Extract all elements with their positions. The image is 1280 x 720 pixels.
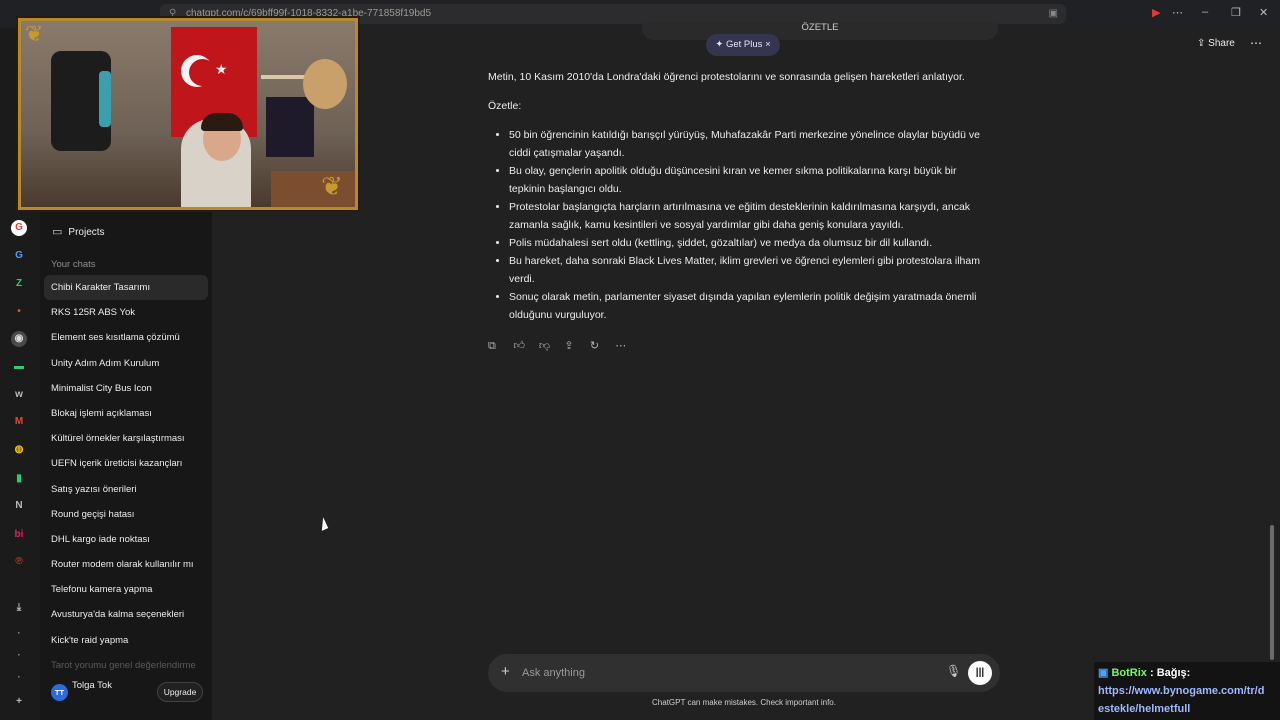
prompt-input[interactable] bbox=[522, 664, 922, 682]
youtube-icon[interactable]: ▶ bbox=[1152, 6, 1160, 19]
chat-item[interactable]: Tarot yorumu genel değerlendirme bbox=[44, 653, 208, 678]
user-menu[interactable]: TT Tolga Tok Upgrade bbox=[40, 676, 212, 710]
close-icon[interactable]: ✕ bbox=[1259, 6, 1268, 19]
share-button[interactable]: ⇪ Share bbox=[1197, 38, 1235, 49]
notion-tab-icon[interactable]: N bbox=[11, 498, 27, 514]
terminal-tab-icon[interactable]: ▬ bbox=[11, 359, 27, 375]
chat-main: ÖZETLE ✦ Get Plus × ⇪ Share ⋯ Metin, 10 … bbox=[212, 22, 1270, 720]
gmail-tab-icon[interactable]: M bbox=[11, 414, 27, 430]
z-tab-icon[interactable]: Z bbox=[11, 276, 27, 292]
chat-item[interactable]: Satış yazısı önerileri bbox=[44, 477, 208, 502]
projects-label: Projects bbox=[68, 227, 105, 238]
message-intro: Metin, 10 Kasım 2010'da Londra'daki öğre… bbox=[488, 71, 965, 83]
chat-item[interactable]: Kültürel örnekler karşılaştırması bbox=[44, 426, 208, 451]
download-icon[interactable]: ⤓ bbox=[11, 600, 27, 616]
donation-link[interactable]: https://www.bynogame.com/tr/d bbox=[1098, 682, 1276, 700]
close-icon[interactable]: × bbox=[765, 39, 771, 50]
donation-link[interactable]: estekle/helmetfull bbox=[1098, 700, 1276, 718]
thumbs-up-icon[interactable]: 👍︎ bbox=[513, 339, 534, 352]
chat-item[interactable]: Round geçişi hatası bbox=[44, 502, 208, 527]
chat-item[interactable]: Telefonu kamera yapma bbox=[44, 577, 208, 602]
chat-item[interactable]: Avusturya'da kalma seçenekleri bbox=[44, 602, 208, 627]
more-icon[interactable]: ⋯ bbox=[615, 339, 636, 352]
dot-icon: · bbox=[11, 648, 27, 664]
scrollbar[interactable] bbox=[1270, 525, 1274, 660]
plus-icon[interactable]: + bbox=[501, 663, 510, 680]
extension-icon[interactable]: ▣ bbox=[1049, 4, 1058, 24]
donation-overlay: ▣ BotRix : Bağış: https://www.bynogame.c… bbox=[1094, 662, 1280, 720]
chat-item[interactable]: Chibi Karakter Tasarımı bbox=[44, 275, 208, 301]
bottle bbox=[99, 71, 111, 127]
list-item: Bu olay, gençlerin apolitik olduğu düşün… bbox=[509, 162, 988, 198]
message-actions: ⧉ 👍︎ 👎︎ ⇪ ↻ ⋯ bbox=[488, 336, 636, 354]
disclaimer: ChatGPT can make mistakes. Check importa… bbox=[652, 698, 836, 707]
get-plus-label: Get Plus bbox=[725, 39, 763, 50]
regenerate-icon[interactable]: ↻ bbox=[590, 339, 611, 352]
voice-mode-button[interactable]: ||| bbox=[968, 661, 992, 685]
list-item: 50 bin öğrencinin katıldığı barışçıl yür… bbox=[509, 126, 988, 162]
chat-list: Chibi Karakter Tasarımı RKS 125R ABS Yok… bbox=[44, 275, 208, 678]
share-label: Share bbox=[1208, 38, 1235, 49]
kick-tab-icon[interactable]: ▮ bbox=[11, 471, 27, 487]
copy-icon[interactable]: ⧉ bbox=[488, 340, 509, 353]
pinterest-tab-icon[interactable]: ℗ bbox=[11, 554, 27, 570]
chat-item[interactable]: Element ses kısıtlama çözümü bbox=[44, 325, 208, 350]
minimize-icon[interactable]: – bbox=[1202, 6, 1208, 18]
folder-icon: ▭ bbox=[52, 226, 63, 238]
avatar: TT bbox=[51, 684, 68, 701]
microphone-icon[interactable]: 🎙︎ bbox=[946, 664, 961, 678]
more-options-icon[interactable]: ⋯ bbox=[1250, 36, 1262, 50]
gramer-tab-icon[interactable]: G bbox=[11, 248, 27, 264]
chats-heading: Your chats bbox=[51, 259, 96, 270]
chatgpt-tab-icon[interactable]: ◉ bbox=[11, 331, 27, 347]
leaf-decoration-icon: ❦ bbox=[25, 21, 44, 46]
sparkle-icon: ✦ bbox=[715, 39, 724, 50]
summary-list: 50 bin öğrencinin katıldığı barışçıl yür… bbox=[488, 126, 988, 324]
chat-item[interactable]: Router modem olarak kullanılır mı bbox=[44, 552, 208, 577]
share-icon: ⇪ bbox=[1197, 38, 1206, 49]
share-icon[interactable]: ⇪ bbox=[564, 339, 585, 352]
list-item: Sonuç olarak metin, parlamenter siyaset … bbox=[509, 288, 988, 324]
summary-label: Özetle: bbox=[488, 100, 522, 112]
chat-item[interactable]: UEFN içerik üreticisi kazançları bbox=[44, 451, 208, 476]
projects-link[interactable]: ▭ Projects bbox=[52, 225, 105, 238]
assistant-message: Metin, 10 Kasım 2010'da Londra'daki öğre… bbox=[488, 68, 988, 324]
previous-message-pill: ÖZETLE bbox=[642, 22, 998, 40]
dot-icon: · bbox=[11, 670, 27, 686]
google-tab-icon[interactable]: G bbox=[11, 220, 27, 236]
user-name: Tolga Tok bbox=[72, 680, 112, 691]
add-tab-icon[interactable]: + bbox=[11, 694, 27, 710]
thumbs-down-icon[interactable]: 👎︎ bbox=[539, 339, 560, 352]
bot-name: BotRix bbox=[1111, 667, 1147, 679]
composer: + 🎙︎ ||| bbox=[488, 654, 1000, 692]
menu-dots-icon[interactable]: ⋯ bbox=[1172, 6, 1183, 19]
bi-tab-icon[interactable]: bi bbox=[11, 527, 27, 543]
dot-icon: · bbox=[11, 626, 27, 642]
donation-label: : Bağış: bbox=[1149, 667, 1191, 679]
list-item: Protestolar başlangıçta harçların artırı… bbox=[509, 198, 988, 234]
dot-tab-icon[interactable]: • bbox=[11, 304, 27, 320]
get-plus-button[interactable]: ✦ Get Plus × bbox=[706, 34, 780, 56]
list-item: Polis müdahalesi sert oldu (kettling, şi… bbox=[509, 234, 988, 252]
chat-item[interactable]: Minimalist City Bus Icon bbox=[44, 376, 208, 401]
list-item: Bu hareket, daha sonraki Black Lives Mat… bbox=[509, 252, 988, 288]
maximize-icon[interactable]: ❐ bbox=[1231, 6, 1241, 19]
drive-tab-icon[interactable]: ◍ bbox=[11, 442, 27, 458]
chat-item[interactable]: Blokaj işlemi açıklaması bbox=[44, 401, 208, 426]
chat-item[interactable]: RKS 125R ABS Yok bbox=[44, 300, 208, 325]
w-tab-icon[interactable]: w bbox=[11, 387, 27, 403]
chat-item[interactable]: Unity Adım Adım Kurulum bbox=[44, 351, 208, 376]
chat-item[interactable]: DHL kargo iade noktası bbox=[44, 527, 208, 552]
upgrade-button[interactable]: Upgrade bbox=[157, 682, 203, 702]
chat-item[interactable]: Kick'te raid yapma bbox=[44, 628, 208, 653]
bot-icon: ▣ bbox=[1098, 667, 1109, 679]
